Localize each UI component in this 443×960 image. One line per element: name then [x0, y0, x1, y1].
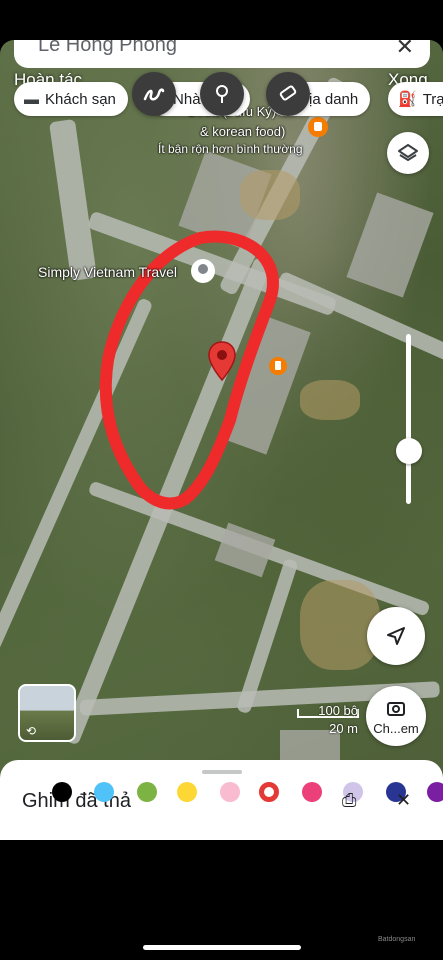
place-marker-icon[interactable]: [190, 258, 216, 284]
place-label[interactable]: & korean food): [200, 124, 285, 139]
color-swatch[interactable]: [427, 782, 443, 802]
bed-icon: ▬: [24, 90, 39, 108]
color-swatch[interactable]: [94, 782, 114, 802]
rotate-360-icon: ⟲: [26, 724, 37, 738]
chip-hotels[interactable]: ▬ Khách sạn: [14, 82, 128, 116]
restaurant-marker-icon[interactable]: [268, 356, 288, 376]
place-busy-label: Ít bận rộn hơn bình thường: [158, 142, 303, 156]
sheet-title: Ghim đã thả: [22, 790, 131, 812]
street-view-thumbnail[interactable]: ⟲: [18, 684, 76, 742]
layers-button[interactable]: [387, 132, 429, 174]
search-query[interactable]: Lê Hồng Phong: [38, 40, 177, 57]
map-scale: 100 bộ 20 m: [296, 703, 360, 737]
gas-station-icon: ⛽: [398, 91, 417, 108]
camera-label: Ch...em: [373, 720, 419, 736]
home-indicator: [143, 945, 301, 950]
slider-handle[interactable]: [396, 438, 422, 464]
squiggle-icon: [143, 88, 165, 101]
camera-button[interactable]: Ch...em: [366, 686, 426, 746]
close-icon[interactable]: ✕: [396, 40, 414, 60]
sheet-handle[interactable]: [202, 770, 242, 774]
watermark: Batdongsan: [378, 936, 416, 943]
camera-icon: [387, 701, 405, 716]
dropped-pin-icon[interactable]: [207, 340, 237, 382]
share-icon[interactable]: ⎙: [342, 790, 356, 811]
scale-metric: 20 m: [329, 721, 358, 736]
my-location-button[interactable]: [367, 607, 425, 665]
layers-icon: [398, 144, 418, 161]
color-swatch[interactable]: [177, 782, 197, 802]
search-bar[interactable]: Lê Hồng Phong ✕: [14, 40, 430, 68]
place-label-travel[interactable]: Simply Vietnam Travel: [38, 264, 177, 280]
color-swatch[interactable]: [52, 782, 72, 802]
restaurant-marker-icon[interactable]: [307, 116, 329, 138]
chip-label: Khách sạn: [45, 90, 116, 108]
draw-pen-tool[interactable]: [132, 72, 176, 116]
eraser-tool[interactable]: [266, 72, 310, 116]
pin-outline-icon: [216, 85, 228, 103]
chip-label: Trạm: [422, 90, 443, 108]
chip-gas[interactable]: ⛽ Trạm: [388, 82, 443, 116]
color-swatch[interactable]: [259, 782, 279, 802]
color-swatch[interactable]: [302, 782, 322, 802]
bottom-sheet: Ghim đã thả ⎙ ✕: [0, 760, 443, 840]
brush-size-slider[interactable]: [406, 334, 411, 504]
close-icon[interactable]: ✕: [396, 790, 411, 811]
navigation-arrow-icon: [387, 627, 405, 645]
scale-imperial: 100 bộ: [318, 703, 358, 718]
color-swatch[interactable]: [137, 782, 157, 802]
pin-tool[interactable]: [200, 72, 244, 116]
eraser-icon: [279, 85, 297, 101]
color-swatch[interactable]: [220, 782, 240, 802]
